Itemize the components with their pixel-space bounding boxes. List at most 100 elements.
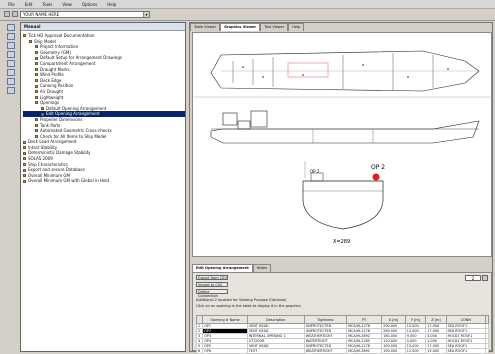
menu-view[interactable]: View [62,2,72,7]
table-cell: WEATHERTIGHT [303,348,348,354]
folder-icon [35,62,38,66]
menu-tools[interactable]: Tools [42,2,52,7]
column-header[interactable]: Z [m] [425,315,447,324]
open-icon[interactable] [4,11,10,17]
table-cell: 11.000 [404,348,427,354]
tool-select-icon[interactable] [7,24,15,31]
folder-icon [23,146,26,150]
folder-icon [23,174,26,178]
folder-icon [35,51,38,55]
column-header[interactable]: CONN [445,315,487,324]
folder-icon [41,112,44,116]
folder-icon [23,179,26,183]
folder-icon [35,101,38,105]
tree-list: Tick HD Approval Documentation Ship Model… [21,31,185,184]
folder-icon [35,118,38,122]
column-header[interactable]: Description [246,315,305,324]
table-header-row: Opening # Name Description Tightness PT X [m… [195,315,489,324]
navigation-tree-panel: Manual Tick HD Approval Documentation Shi… [20,22,186,352]
application-window: File Edit Tools View Options Help YOUR N… [0,0,495,354]
tab-notes[interactable]: Notes [252,264,271,272]
menu-bar: File Edit Tools View Options Help [0,0,495,9]
folder-icon [35,129,38,133]
menu-edit[interactable]: Edit [25,2,33,7]
menu-help[interactable]: Help [107,2,116,7]
folder-icon [35,134,38,138]
folder-icon [35,123,38,127]
main-panel: Table Viewer Graphics Viewer Text Viewer… [189,22,493,354]
note-click-hint: Click on an opening in the table to disp… [196,304,301,308]
import-csv-button[interactable]: Import to CSV [196,282,228,287]
folder-icon [35,95,38,99]
table-row[interactable]: 6 OP6 TEST WEATHERTIGHT MCA/HL3892 150.000 11.… [195,348,489,354]
tree-item[interactable]: Overall Minimum GM with Global in Hold [23,178,185,184]
folder-icon [35,79,38,83]
user-combo[interactable]: YOUR NAME HERE ▾ [20,11,150,18]
tool-measure-icon[interactable] [7,60,15,67]
tool-print-icon[interactable] [7,69,15,76]
opening-marker[interactable] [372,173,380,181]
menu-file[interactable]: File [8,2,15,7]
tool-settings-icon[interactable] [7,87,15,94]
tree-item-label: Overall Minimum GM with Global in Hold [28,178,110,184]
table-cell: 150.000 [381,348,406,354]
table-cell: 15.000 [425,348,447,354]
viewer-tabs: Table Viewer Graphics Viewer Text Viewer… [190,23,305,31]
vertical-toolbar [4,22,18,352]
graphics-viewer[interactable]: OP 2 OP 2 X=289 [192,32,493,257]
folder-icon [23,151,26,155]
tool-pan-icon[interactable] [7,42,15,49]
profile-view [210,110,480,144]
table-cell: SEA ROOF1 [445,348,487,354]
save-icon[interactable] [12,11,18,17]
define-connection-button[interactable]: Define Connection [196,289,228,298]
folder-icon [35,45,38,49]
column-header[interactable]: Y [m] [404,315,427,324]
ship-drawing: OP 2 OP 2 X=289 [193,50,493,245]
editor-tabs: Edit Opening Arrangement Notes [192,264,492,272]
table-cell: MCA/HL3892 [346,348,383,354]
tab-graphics-viewer[interactable]: Graphics Viewer [220,23,261,31]
frame-label: X=289 [333,239,350,245]
opening-editor: Edit Opening Arrangement Notes Export fr… [192,264,492,354]
export-csv-button[interactable]: Export from CSV [196,275,228,280]
openings-table: Opening # Name Description Tightness PT X [m… [195,315,489,354]
table-cell: OP6 [202,348,248,354]
tab-text-viewer[interactable]: Text Viewer [260,23,289,31]
tool-zoom-icon[interactable] [7,33,15,40]
table-cell: TEST [246,348,305,354]
column-header[interactable]: X [m] [381,315,406,324]
folder-icon [23,140,26,144]
tool-grid-icon[interactable] [7,51,15,58]
editor-body: Export from CSV Import to CSV Define Con… [192,272,492,354]
filter-input[interactable]: 2 [465,275,481,281]
column-header[interactable]: Tightness [303,315,348,324]
folder-icon [35,73,38,77]
tree-header: Manual [21,23,185,31]
folder-icon [23,34,26,38]
folder-icon [29,39,32,43]
tool-export-icon[interactable] [7,78,15,85]
note-optional-location: Additional 2 location for Viewing Purpos… [196,298,287,302]
tab-table-viewer[interactable]: Table Viewer [190,23,221,31]
folder-icon [35,90,38,94]
filter-button[interactable] [482,275,488,281]
column-header[interactable]: PT [346,315,383,324]
folder-icon [41,107,44,111]
tab-edit-opening-arrangement[interactable]: Edit Opening Arrangement [192,264,253,272]
folder-icon [35,56,38,60]
folder-icon [23,162,26,166]
menu-options[interactable]: Options [82,2,97,7]
folder-icon [35,67,38,71]
chevron-down-icon[interactable]: ▾ [143,12,149,17]
folder-icon [23,168,26,172]
folder-icon [35,84,38,88]
column-header[interactable]: Opening # Name [202,315,248,324]
toolbar: YOUR NAME HERE ▾ [0,9,495,21]
tab-help[interactable]: Help [288,23,305,31]
opening-label: OP 2 [371,164,385,171]
section-box-label: OP 2 [310,169,320,174]
folder-icon [23,157,26,161]
user-combo-value: YOUR NAME HERE [23,12,60,17]
column-header[interactable] [485,315,489,324]
